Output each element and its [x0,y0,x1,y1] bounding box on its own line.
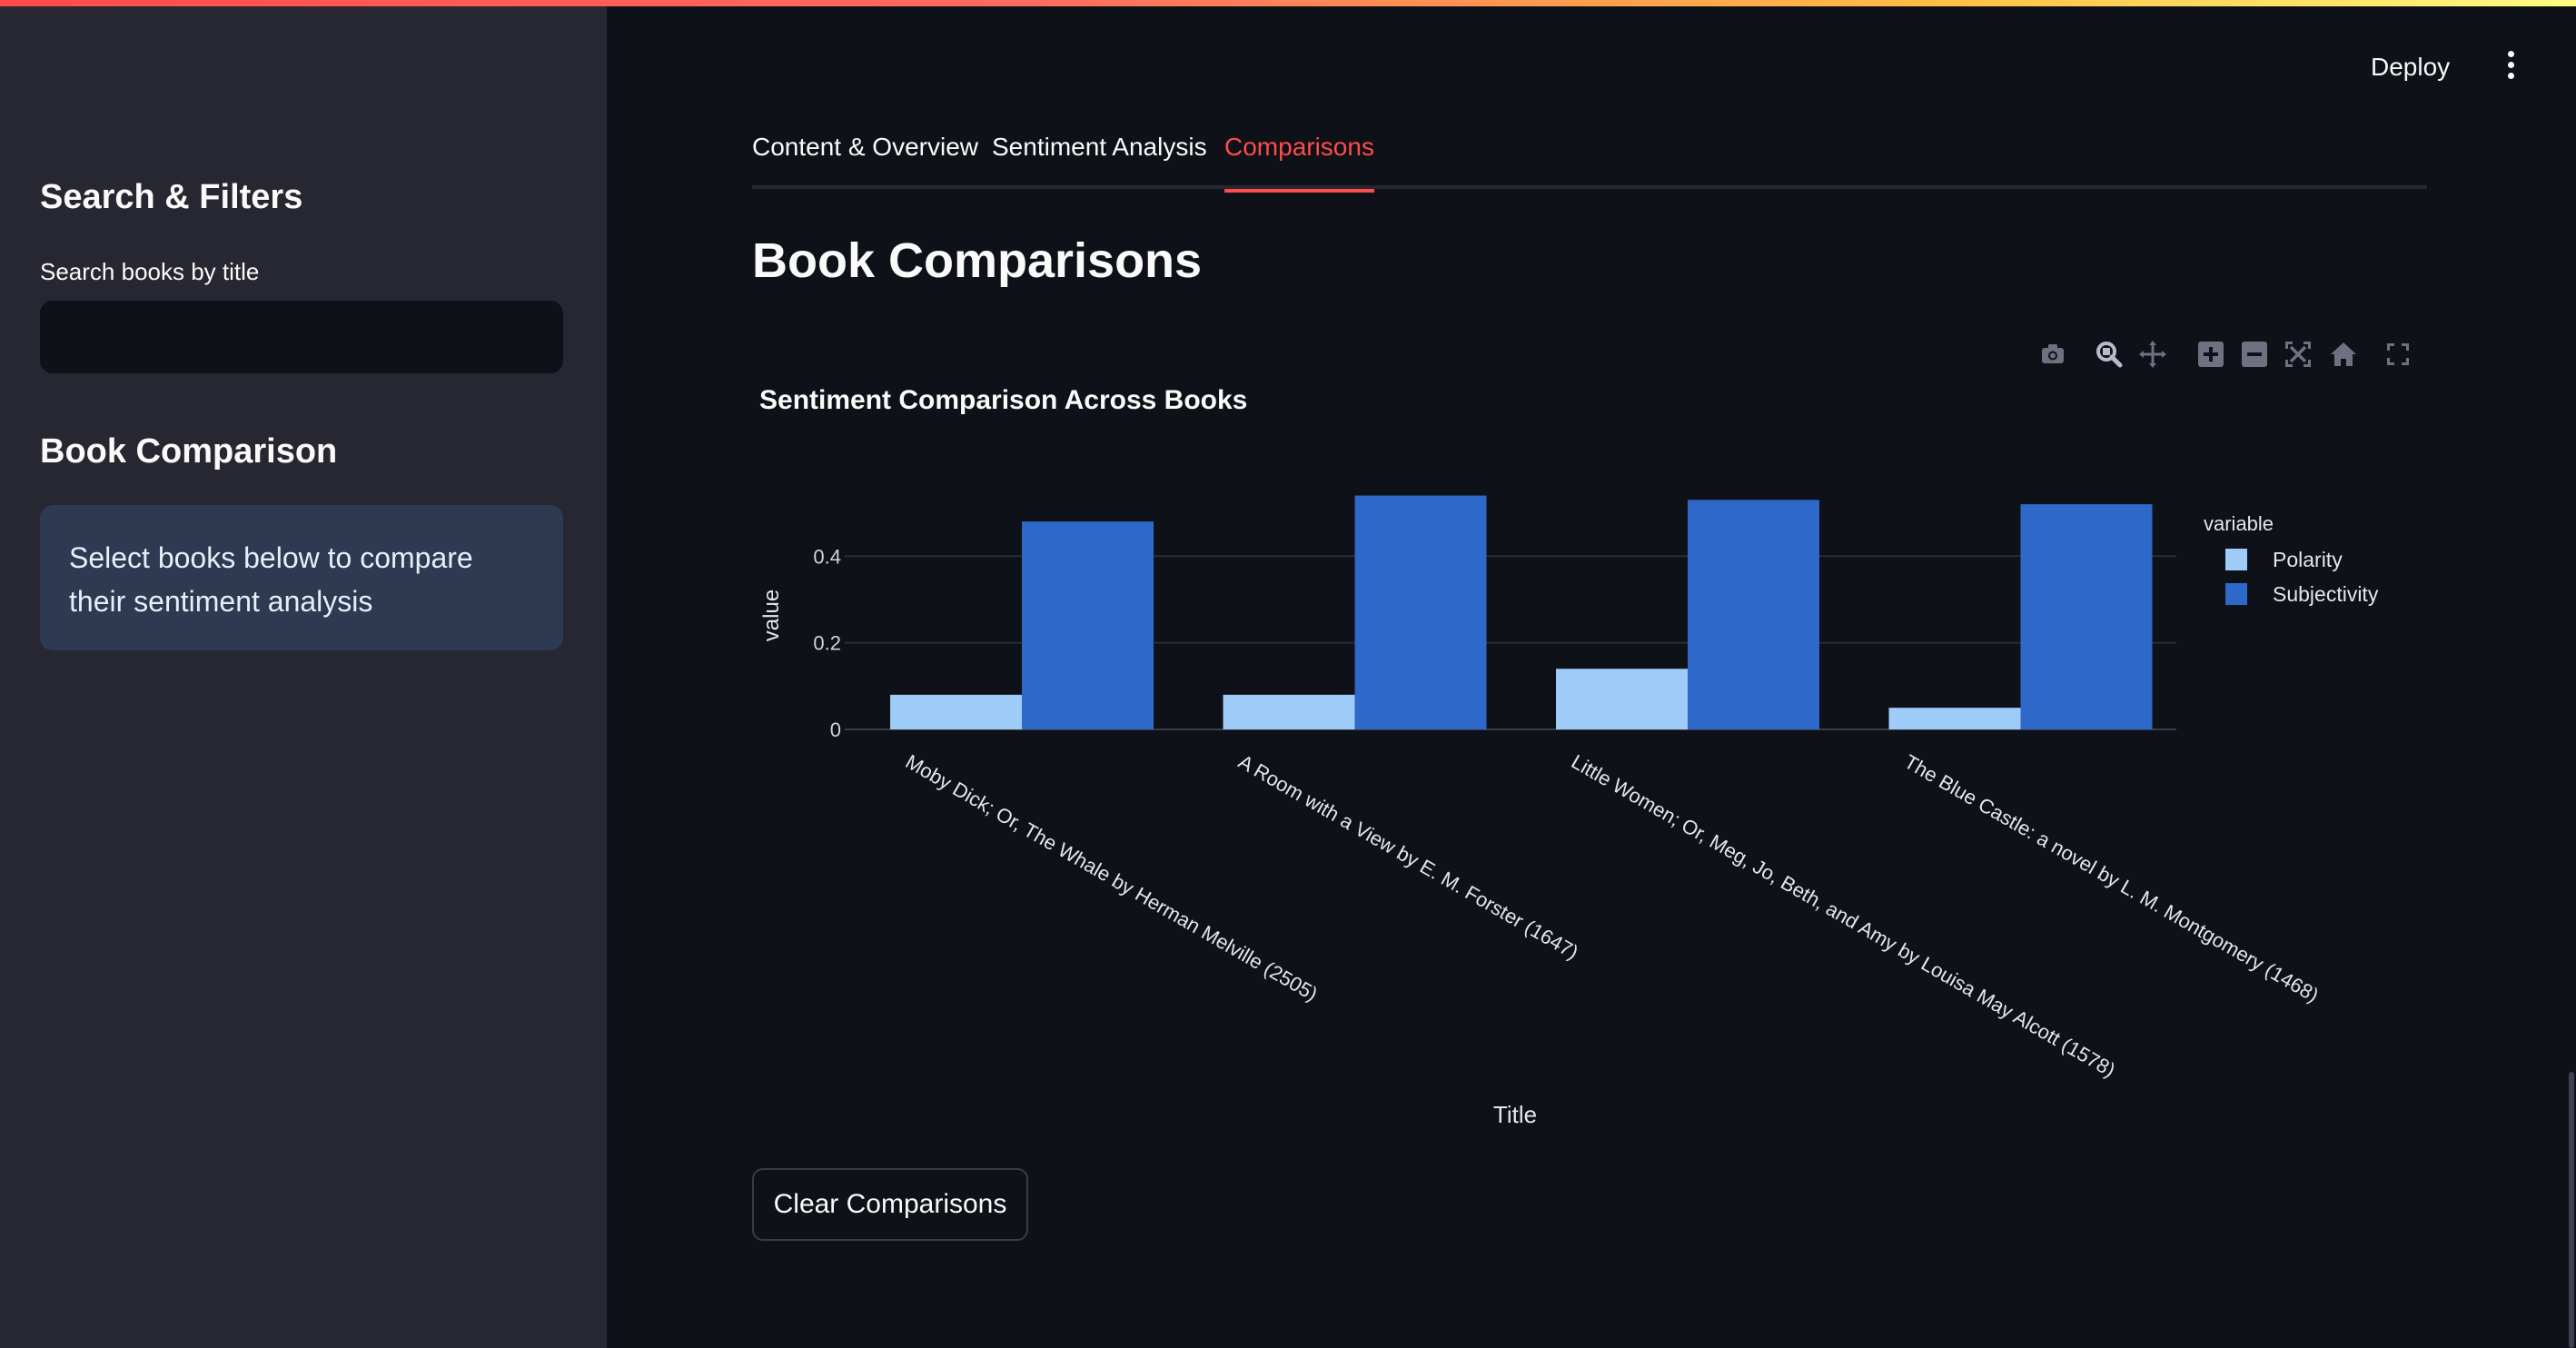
bar-polarity [1888,708,2021,729]
bar-subjectivity [1354,495,1487,729]
bar-polarity [1556,669,1688,729]
bar-chart: 0 0.2 0.4 value Moby Dick; Or, The Whale by … [759,495,2379,1128]
legend-title: variable [2204,512,2274,535]
y-axis-title: value [759,590,784,641]
legend-label-polarity: Polarity [2273,548,2343,571]
top-decoration-bar [0,0,2576,6]
bar-subjectivity [2020,504,2153,729]
y-tick-label: 0.2 [813,632,841,655]
legend-swatch-polarity [2225,549,2247,570]
bar-polarity [1223,694,1355,729]
bar-subjectivity [1688,500,1819,729]
x-tick-label: Little Women; Or, Meg, Jo, Beth, and Amy… [1568,750,2119,1082]
bar-polarity [890,694,1022,729]
x-tick-label: A Room with a View by E. M. Forster (164… [1234,750,1582,964]
clear-comparisons-button[interactable]: Clear Comparisons [752,1168,1028,1241]
x-tick-label: The Blue Castle: a novel by L. M. Montgo… [1900,750,2323,1007]
x-axis-title: Title [1493,1101,1537,1128]
legend-swatch-subjectivity [2225,583,2247,605]
x-tick-label: Moby Dick; Or, The Whale by Herman Melvi… [902,750,1322,1006]
bar-subjectivity [1022,521,1154,729]
y-tick-label: 0.4 [813,545,841,568]
y-tick-label: 0 [830,719,841,741]
legend-label-subjectivity: Subjectivity [2273,582,2379,606]
page-scrollbar[interactable] [2569,1072,2574,1348]
